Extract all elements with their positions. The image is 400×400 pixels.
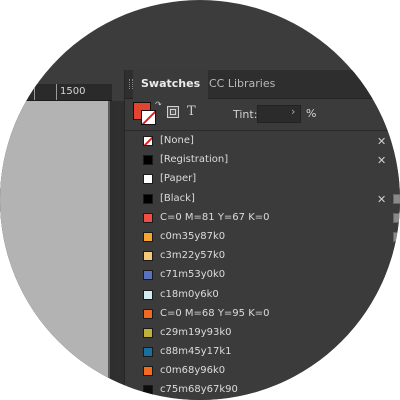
swatch-row[interactable]: [None] ✕ — [125, 132, 400, 151]
swatch-color-chip — [143, 136, 153, 146]
panel-tab-bar: Swatches CC Libraries — [125, 70, 400, 99]
color-mode-icon — [393, 231, 400, 242]
swatch-color-chip — [143, 347, 153, 358]
non-editable-icon: ✕ — [377, 154, 387, 168]
swatch-name: c29m19y93k0 — [160, 326, 232, 338]
swatch-color-chip — [143, 270, 153, 281]
swatch-name: c0m68y96k0 — [160, 365, 226, 377]
horizontal-ruler: 1500 — [0, 84, 112, 101]
swatch-toolbar: ↷ T Tint: › % — [125, 100, 400, 130]
swatch-row[interactable]: c71m53y0k0 — [125, 266, 400, 285]
swatch-name: [Black] — [160, 192, 195, 204]
swatch-row[interactable]: c18m0y6k0 — [125, 286, 400, 305]
formatting-affects-text-icon[interactable]: T — [187, 104, 196, 119]
swatch-color-chip — [143, 174, 153, 185]
swatch-color-chip — [143, 155, 153, 166]
zoomed-view: 1500 Swatches CC Libraries ↷ T Tint: › %… — [0, 0, 400, 400]
swatch-color-chip — [143, 231, 153, 242]
swatch-name: c3m22y57k0 — [160, 250, 226, 262]
swatch-row[interactable]: c29m19y93k0 — [125, 324, 400, 343]
ruler-number: 1500 — [60, 86, 86, 97]
swatch-row[interactable]: c0m68y96k0 — [125, 362, 400, 381]
swatch-color-chip — [143, 366, 153, 377]
swatch-row[interactable]: c88m45y17k1 — [125, 343, 400, 362]
swatch-color-chip — [143, 289, 153, 300]
swatch-name: c88m45y17k1 — [160, 346, 232, 358]
swatch-list: [None] ✕ [Registration] ✕ [Paper] [Black] ✕ C=0… — [125, 132, 400, 400]
swatch-row[interactable]: [Paper] — [125, 170, 400, 189]
swatch-color-chip — [143, 327, 153, 338]
non-editable-icon: ✕ — [377, 135, 387, 148]
swatch-row[interactable]: c75m68y67k90 — [125, 381, 400, 400]
color-mode-icon — [393, 212, 400, 223]
swatch-name: [None] — [160, 135, 194, 146]
swatch-row[interactable]: C=0 M=68 Y=95 K=0 — [125, 305, 400, 324]
swatch-row[interactable]: [Registration] ✕ — [125, 151, 400, 170]
swatch-row[interactable]: c0m35y87k0 — [125, 228, 400, 247]
swatch-name: c0m35y87k0 — [160, 230, 226, 242]
swatch-row[interactable]: [Black] ✕ — [125, 190, 400, 209]
swatch-color-chip — [143, 193, 153, 204]
tint-unit: % — [306, 107, 317, 120]
ruler-tick — [56, 84, 57, 100]
swatch-name: C=0 M=81 Y=67 K=0 — [160, 211, 270, 223]
swatch-name: [Paper] — [160, 173, 197, 185]
swatch-row[interactable]: c3m22y57k0 — [125, 247, 400, 266]
tab-cc-libraries[interactable]: CC Libraries — [201, 70, 283, 98]
swatch-name: C=0 M=68 Y=95 K=0 — [160, 307, 270, 319]
vertical-scrollbar[interactable] — [114, 101, 124, 400]
color-mode-icon — [393, 193, 400, 204]
formatting-affects-container-icon[interactable] — [167, 106, 179, 118]
swatch-color-chip — [143, 251, 153, 262]
swatch-name: c75m68y67k90 — [160, 384, 238, 396]
tint-label: Tint: — [233, 108, 258, 121]
swatches-panel: Swatches CC Libraries ↷ T Tint: › % [Non… — [124, 70, 400, 400]
swatch-row[interactable]: C=0 M=81 Y=67 K=0 — [125, 209, 400, 228]
divider — [125, 130, 400, 131]
ruler-tick — [34, 84, 35, 100]
swatch-name: c18m0y6k0 — [160, 288, 219, 300]
swatch-name: c71m53y0k0 — [160, 269, 226, 281]
swatch-name: [Registration] — [160, 154, 229, 166]
document-page[interactable] — [0, 101, 110, 400]
non-editable-icon: ✕ — [377, 192, 387, 206]
swatch-color-chip — [143, 308, 153, 319]
swatch-color-chip — [143, 212, 153, 223]
swap-fill-stroke-icon[interactable]: ↷ — [155, 100, 162, 109]
stroke-swatch[interactable] — [141, 110, 156, 125]
fill-stroke-control[interactable]: ↷ — [133, 100, 162, 126]
tab-swatches[interactable]: Swatches — [133, 70, 209, 99]
swatch-color-chip — [143, 385, 153, 396]
tint-dropdown-arrow-icon[interactable]: › — [291, 105, 295, 118]
